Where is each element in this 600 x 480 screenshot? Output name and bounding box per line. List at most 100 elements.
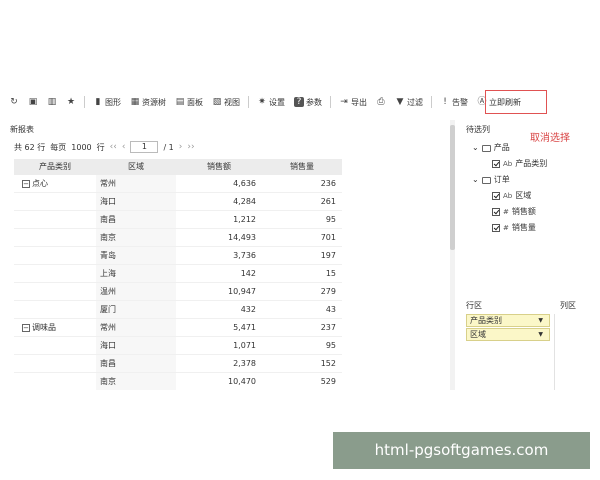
prev-page-icon[interactable]: ‹ [122, 142, 126, 152]
refresh-icon: ↻ [10, 97, 18, 107]
sales-cell: 10,470 [228, 377, 256, 386]
print-button[interactable]: ⎙ [373, 93, 389, 111]
row-zone-field[interactable]: 区域 [466, 328, 550, 341]
qty-cell: 701 [320, 233, 336, 242]
field-checkbox[interactable] [492, 192, 500, 200]
toolbar-button-9[interactable]: ? 参数 [291, 93, 325, 111]
qty-cell: 236 [320, 179, 336, 188]
qty-cell: 43 [325, 305, 336, 314]
column-header[interactable]: 销售量 [262, 159, 342, 175]
qty-cell: 279 [320, 287, 336, 296]
sales-cell: 4,636 [233, 179, 256, 188]
table-row[interactable]: 南京 10,470 529 [14, 373, 342, 390]
expand-chevron-icon[interactable]: ⌄ [472, 172, 479, 188]
help-icon: ? [294, 97, 304, 107]
gear-icon: ✷ [258, 97, 266, 107]
collapse-icon[interactable]: − [22, 179, 30, 188]
toolbar-label: 图形 [105, 97, 121, 107]
table-row[interactable]: 温州 10,947 279 [14, 283, 342, 301]
table-row[interactable]: 海口 4,284 261 [14, 193, 342, 211]
table-row[interactable]: 青岛 3,736 197 [14, 247, 342, 265]
page-input[interactable]: 1 [130, 141, 159, 153]
tree-node[interactable]: ⌄ 产品 [472, 140, 547, 156]
column-header[interactable]: 产品类别 [14, 159, 96, 175]
column-header[interactable]: 区域 [96, 159, 176, 175]
expand-chevron-icon[interactable]: ⌄ [472, 140, 479, 156]
tree-node[interactable]: # 销售量 [472, 220, 547, 236]
toolbar-button-4[interactable]: ▮ 图形 [90, 93, 124, 111]
field-checkbox[interactable] [492, 160, 500, 168]
toolbar-separator [248, 96, 249, 108]
next-page-icon[interactable]: › [179, 142, 183, 152]
tree-node[interactable]: Ab 产品类别 [472, 156, 547, 172]
column-header[interactable]: 销售额 [176, 159, 262, 175]
last-page-icon[interactable]: ›› [187, 142, 194, 152]
sales-cell: 14,493 [228, 233, 256, 242]
region-cell: 南昌 [96, 355, 176, 372]
toolbar-button-5[interactable]: ▦ 资源树 [127, 93, 169, 111]
category-cell [14, 211, 96, 228]
folder-icon [481, 176, 491, 184]
tree-node-label: 销售量 [511, 223, 536, 232]
watermark: html-pgsoftgames.com [333, 432, 590, 469]
save-button[interactable]: ▣ [25, 93, 41, 111]
sales-cell: 4,284 [233, 197, 256, 206]
row-drop-zone[interactable]: 产品类别区域 [466, 314, 550, 390]
report-title: 新报表 [10, 125, 34, 134]
toolbar-label: 告警 [452, 97, 468, 107]
toolbar-label: 过滤 [407, 97, 423, 107]
toolbar-label: 资源树 [142, 97, 166, 107]
tree-node-label: 区域 [515, 191, 532, 200]
row-unit: 行 [96, 142, 105, 152]
row-zone-label: 行区 [466, 301, 482, 310]
total-pages: / 1 [163, 142, 174, 152]
table-row[interactable]: 上海 142 15 [14, 265, 342, 283]
refresh-button[interactable]: ↻ [6, 93, 22, 111]
collapse-icon[interactable]: − [22, 323, 30, 332]
category-label: 调味品 [32, 323, 56, 332]
toolbar-label: 设置 [269, 97, 285, 107]
toolbar-button-12[interactable]: ▼ 过滤 [392, 93, 426, 111]
field-checkbox[interactable] [492, 224, 500, 232]
row-zone-field[interactable]: 产品类别 [466, 314, 550, 327]
category-cell [14, 193, 96, 210]
region-cell: 海口 [96, 337, 176, 354]
per-page-value[interactable]: 1000 [71, 143, 91, 152]
sales-cell: 5,471 [233, 323, 256, 332]
region-cell: 南京 [96, 373, 176, 390]
sales-cell: 2,378 [233, 359, 256, 368]
tree-node[interactable]: Ab 区域 [472, 188, 547, 204]
table-row[interactable]: 海口 1,071 95 [14, 337, 342, 355]
scrollbar-thumb[interactable] [450, 125, 455, 250]
toolbar-button-10[interactable]: ⇥ 导出 [336, 93, 370, 111]
table-row[interactable]: − 点心 常州 4,636 236 [14, 175, 342, 193]
panel-icon: ▤ [175, 97, 185, 107]
tree-node[interactable]: ⌄ 订单 [472, 172, 547, 188]
qty-cell: 529 [320, 377, 336, 386]
table-row[interactable]: 南京 14,493 701 [14, 229, 342, 247]
toolbar-button-7[interactable]: ▧ 视图 [209, 93, 243, 111]
star-button[interactable]: ★ [63, 93, 79, 111]
region-cell: 常州 [96, 319, 176, 336]
toolbar-label: 面板 [187, 97, 203, 107]
toolbar-button-13[interactable]: ! 告警 [437, 93, 471, 111]
first-page-icon[interactable]: ‹‹ [110, 142, 117, 152]
tree-node-label: 销售额 [511, 207, 536, 216]
tree-node[interactable]: # 销售额 [472, 204, 547, 220]
per-page-label: 每页 [50, 142, 67, 152]
view-icon: ▧ [212, 97, 222, 107]
table-row[interactable]: 南昌 2,378 152 [14, 355, 342, 373]
table-row[interactable]: 南昌 1,212 95 [14, 211, 342, 229]
table-row[interactable]: 厦门 432 43 [14, 301, 342, 319]
field-checkbox[interactable] [492, 208, 500, 216]
region-cell: 南京 [96, 229, 176, 246]
bookmark-button[interactable]: ▥ [44, 93, 60, 111]
category-cell [14, 355, 96, 372]
category-cell [14, 301, 96, 318]
toolbar-button-8[interactable]: ✷ 设置 [254, 93, 288, 111]
table-row[interactable]: − 调味品 常州 5,471 237 [14, 319, 342, 337]
region-cell: 温州 [96, 283, 176, 300]
save-icon: ▣ [28, 97, 38, 107]
toolbar-button-6[interactable]: ▤ 面板 [172, 93, 206, 111]
region-cell: 上海 [96, 265, 176, 282]
